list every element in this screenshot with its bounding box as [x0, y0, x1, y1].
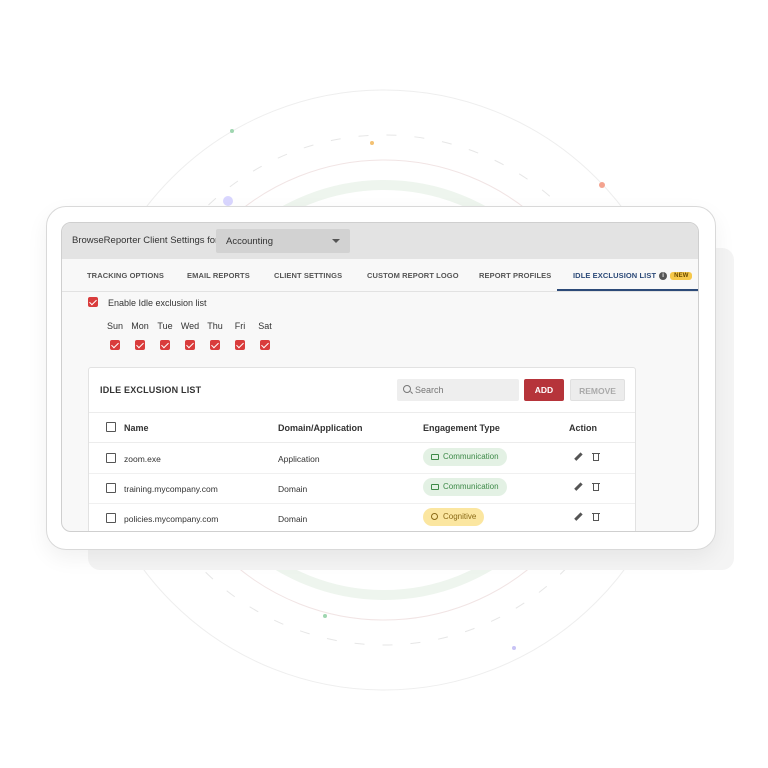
- column-header-action: Action: [569, 423, 597, 433]
- settings-title: BrowseReporter Client Settings for: [72, 235, 219, 246]
- engagement-badge: Cognitive: [423, 508, 485, 526]
- info-icon[interactable]: i: [659, 272, 668, 281]
- enable-idle-exclusion-checkbox[interactable]: [88, 297, 98, 307]
- row-checkbox[interactable]: [106, 483, 116, 493]
- engagement-label: Communication: [443, 482, 499, 491]
- day-label-mon: Mon: [131, 321, 149, 331]
- tab-idle-exclusion-list[interactable]: IDLE EXCLUSION LIST i NEW: [573, 271, 693, 281]
- day-label-fri: Fri: [234, 321, 246, 331]
- search-placeholder: Search: [415, 385, 444, 395]
- day-label-wed: Wed: [180, 321, 200, 331]
- tab-idle-exclusion-list-label: IDLE EXCLUSION LIST: [573, 271, 657, 280]
- engagement-badge: Communication: [423, 478, 507, 496]
- enable-idle-exclusion-label: Enable Idle exclusion list: [108, 298, 207, 308]
- day-checkbox-sat[interactable]: [260, 340, 270, 350]
- day-label-sat: Sat: [258, 321, 272, 331]
- engagement-badge: Communication: [423, 448, 507, 466]
- tab-email-reports[interactable]: EMAIL REPORTS: [187, 271, 250, 280]
- row-checkbox[interactable]: [106, 513, 116, 523]
- day-checkbox-fri[interactable]: [235, 340, 245, 350]
- delete-icon[interactable]: [591, 511, 601, 523]
- day-label-thu: Thu: [207, 321, 223, 331]
- row-name: training.mycompany.com: [124, 484, 218, 494]
- edit-icon[interactable]: [573, 451, 583, 463]
- list-title: IDLE EXCLUSION LIST: [100, 385, 202, 395]
- day-checkbox-sun[interactable]: [110, 340, 120, 350]
- lightbulb-icon: [431, 513, 438, 520]
- row-name: policies.mycompany.com: [124, 514, 219, 524]
- settings-tabs: TRACKING OPTIONS EMAIL REPORTS CLIENT SE…: [62, 259, 698, 292]
- edit-icon[interactable]: [573, 481, 583, 493]
- chat-icon: [431, 454, 439, 460]
- tab-tracking-options[interactable]: TRACKING OPTIONS: [87, 271, 164, 280]
- day-label-tue: Tue: [157, 321, 173, 331]
- row-type: Domain: [278, 514, 308, 524]
- settings-window: BrowseReporter Client Settings for Accou…: [61, 222, 699, 532]
- add-button[interactable]: ADD: [524, 379, 564, 401]
- column-header-domain-application: Domain/Application: [278, 423, 363, 433]
- delete-icon[interactable]: [591, 481, 601, 493]
- chat-icon: [431, 484, 439, 490]
- day-checkbox-thu[interactable]: [210, 340, 220, 350]
- select-all-checkbox[interactable]: [106, 422, 116, 432]
- tab-client-settings[interactable]: CLIENT SETTINGS: [274, 271, 342, 280]
- day-checkbox-mon[interactable]: [135, 340, 145, 350]
- row-type: Domain: [278, 484, 308, 494]
- edit-icon[interactable]: [573, 511, 583, 523]
- day-checkbox-tue[interactable]: [160, 340, 170, 350]
- table-header: Name Domain/Application Engagement Type …: [89, 412, 635, 443]
- idle-exclusion-list-card: IDLE EXCLUSION LIST Search ADD REMOVE Na…: [88, 367, 636, 531]
- day-label-sun: Sun: [106, 321, 123, 331]
- search-input[interactable]: Search: [397, 379, 519, 401]
- engagement-label: Cognitive: [443, 512, 477, 521]
- department-select[interactable]: Accounting: [216, 229, 350, 253]
- row-checkbox[interactable]: [106, 453, 116, 463]
- list-toolbar: IDLE EXCLUSION LIST Search ADD REMOVE: [89, 368, 635, 413]
- table-row: training.mycompany.com Domain Communicat…: [89, 473, 635, 504]
- engagement-label: Communication: [443, 452, 499, 461]
- new-badge: NEW: [670, 272, 693, 281]
- department-select-value: Accounting: [226, 236, 274, 247]
- remove-button[interactable]: REMOVE: [570, 379, 625, 401]
- row-name: zoom.exe: [124, 454, 161, 464]
- chevron-down-icon: [332, 239, 340, 243]
- tab-custom-report-logo[interactable]: CUSTOM REPORT LOGO: [367, 271, 459, 280]
- day-checkbox-wed[interactable]: [185, 340, 195, 350]
- column-header-name: Name: [124, 423, 149, 433]
- settings-header: BrowseReporter Client Settings for Accou…: [62, 223, 698, 260]
- active-tab-indicator: [557, 289, 698, 291]
- delete-icon[interactable]: [591, 451, 601, 463]
- tab-report-profiles[interactable]: REPORT PROFILES: [479, 271, 551, 280]
- search-icon: [403, 385, 411, 393]
- table-row: policies.mycompany.com Domain Cognitive: [89, 503, 635, 531]
- table-row: zoom.exe Application Communication: [89, 443, 635, 474]
- row-type: Application: [278, 454, 320, 464]
- column-header-engagement-type: Engagement Type: [423, 423, 500, 433]
